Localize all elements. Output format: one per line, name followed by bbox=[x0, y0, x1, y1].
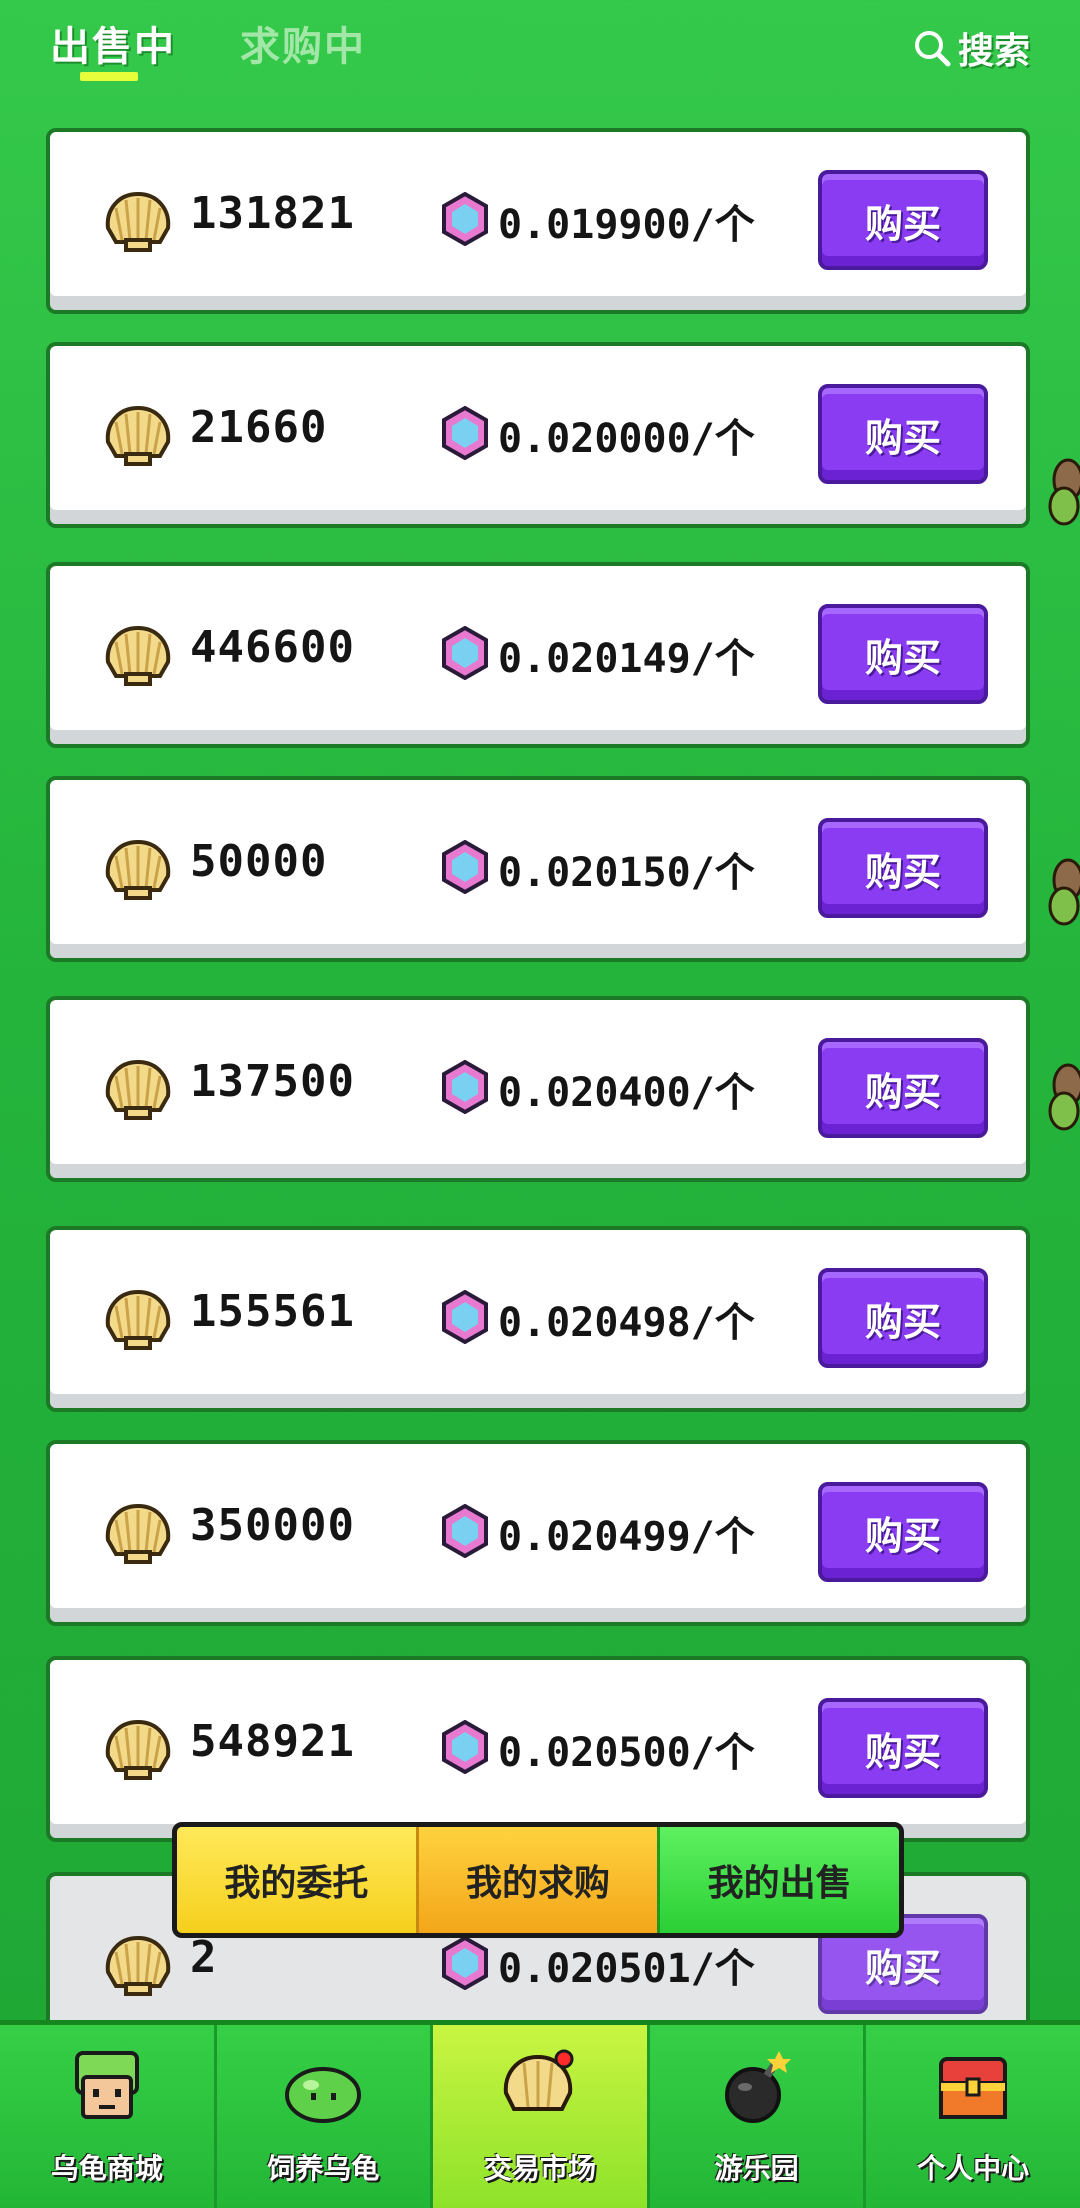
gem-icon bbox=[442, 1290, 488, 1344]
nav-label: 游乐园 bbox=[714, 2152, 799, 2185]
quantity-value: 548921 bbox=[190, 1716, 355, 1767]
unit-price: 0.020150/个 bbox=[498, 850, 755, 896]
shell-icon bbox=[105, 405, 171, 466]
turtle-decoration-icon bbox=[1048, 858, 1080, 926]
listing-card: 50000 0.020150/个 购买 bbox=[46, 776, 1030, 962]
unit-price: 0.020501/个 bbox=[498, 1946, 755, 1992]
treasure-chest-icon bbox=[939, 2057, 1008, 2119]
bottom-nav: 乌龟商城 饲养乌龟 交易市场 游乐园 个人中心 bbox=[0, 2020, 1080, 2208]
shell-icon bbox=[105, 625, 171, 686]
shell-icon bbox=[105, 839, 171, 900]
gem-icon bbox=[442, 406, 488, 460]
listing-card: 155561 0.020498/个 购买 bbox=[46, 1226, 1030, 1412]
turtle-decoration-icon bbox=[1048, 1063, 1080, 1131]
turtle-shop-icon bbox=[74, 2051, 139, 2119]
listing-card: 131821 0.019900/个 购买 bbox=[46, 128, 1030, 314]
gem-icon bbox=[442, 1720, 488, 1774]
listing-card: 548921 0.020500/个 购买 bbox=[46, 1656, 1030, 1842]
unit-price: 0.020000/个 bbox=[498, 416, 755, 462]
unit-price: 0.020498/个 bbox=[498, 1300, 755, 1346]
buy-button[interactable]: 购买 bbox=[818, 384, 988, 484]
shell-icon bbox=[105, 1935, 171, 1996]
quantity-value: 21660 bbox=[190, 402, 328, 453]
gem-icon bbox=[442, 1504, 488, 1558]
quantity-value: 155561 bbox=[190, 1286, 355, 1337]
nav-raise-turtle[interactable]: 饲养乌龟 bbox=[213, 2025, 431, 2208]
unit-price: 0.020500/个 bbox=[498, 1730, 755, 1776]
nav-label: 饲养乌龟 bbox=[267, 2152, 380, 2185]
buy-button[interactable]: 购买 bbox=[818, 1482, 988, 1582]
slime-turtle-icon bbox=[285, 2067, 362, 2123]
shell-icon bbox=[105, 1289, 171, 1350]
nav-amusement-park[interactable]: 游乐园 bbox=[646, 2025, 864, 2208]
shell-icon bbox=[105, 1059, 171, 1120]
nav-turtle-shop[interactable]: 乌龟商城 bbox=[0, 2025, 214, 2208]
active-tab-indicator bbox=[80, 72, 138, 81]
my-buy-orders-button[interactable]: 我的求购 bbox=[415, 1827, 658, 1933]
nav-market[interactable]: 交易市场 bbox=[430, 2025, 647, 2208]
listing-card: 21660 0.020000/个 购买 bbox=[46, 342, 1030, 528]
unit-price: 0.019900/个 bbox=[498, 202, 755, 248]
turtle-decoration-icon bbox=[1048, 458, 1080, 526]
shell-icon bbox=[105, 1503, 171, 1564]
header: 出售中 求购中 搜索 bbox=[0, 0, 1080, 110]
listing-card: 137500 0.020400/个 购买 bbox=[46, 996, 1030, 1182]
tab-selling[interactable]: 出售中 bbox=[50, 14, 176, 72]
quantity-value: 350000 bbox=[190, 1500, 355, 1551]
buy-button[interactable]: 购买 bbox=[818, 170, 988, 270]
my-sell-orders-button[interactable]: 我的出售 bbox=[657, 1827, 899, 1933]
nav-profile[interactable]: 个人中心 bbox=[863, 2025, 1080, 2208]
quantity-value: 50000 bbox=[190, 836, 328, 887]
shell-icon bbox=[105, 1719, 171, 1780]
listing-card: 350000 0.020499/个 购买 bbox=[46, 1440, 1030, 1626]
search-label: 搜索 bbox=[957, 31, 1030, 72]
buy-button[interactable]: 购买 bbox=[818, 1038, 988, 1138]
my-orders-segment: 我的委托 我的求购 我的出售 bbox=[172, 1822, 904, 1938]
shell-icon bbox=[105, 191, 171, 252]
bomb-icon bbox=[724, 2051, 791, 2123]
nav-label: 乌龟商城 bbox=[50, 2152, 163, 2185]
unit-price: 0.020149/个 bbox=[498, 636, 755, 682]
my-entrust-button[interactable]: 我的委托 bbox=[177, 1827, 416, 1933]
search-button[interactable]: 搜索 bbox=[912, 22, 1030, 74]
buy-button[interactable]: 购买 bbox=[818, 1698, 988, 1798]
unit-price: 0.020499/个 bbox=[498, 1514, 755, 1560]
gem-icon bbox=[442, 192, 488, 246]
quantity-value: 446600 bbox=[190, 622, 355, 673]
listing-card: 446600 0.020149/个 购买 bbox=[46, 562, 1030, 748]
nav-label: 个人中心 bbox=[917, 2152, 1030, 2185]
nav-label: 交易市场 bbox=[483, 2152, 596, 2185]
shell-market-icon bbox=[503, 2049, 574, 2111]
buy-button[interactable]: 购买 bbox=[818, 604, 988, 704]
quantity-value: 131821 bbox=[190, 188, 355, 239]
tab-buying[interactable]: 求购中 bbox=[240, 14, 366, 72]
search-icon bbox=[914, 31, 951, 67]
quantity-value: 2 bbox=[190, 1932, 218, 1983]
gem-icon bbox=[442, 626, 488, 680]
unit-price: 0.020400/个 bbox=[498, 1070, 755, 1116]
quantity-value: 137500 bbox=[190, 1056, 355, 1107]
buy-button[interactable]: 购买 bbox=[818, 818, 988, 918]
gem-icon bbox=[442, 1936, 488, 1990]
buy-button[interactable]: 购买 bbox=[818, 1268, 988, 1368]
gem-icon bbox=[442, 840, 488, 894]
gem-icon bbox=[442, 1060, 488, 1114]
